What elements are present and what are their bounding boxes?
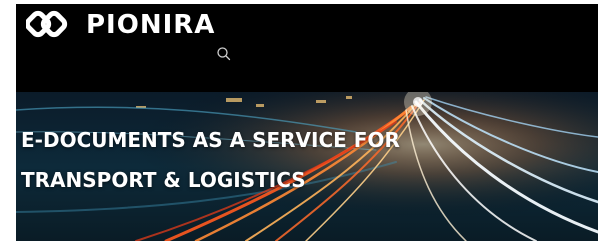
hero-title-line-2: TRANSPORT & LOGISTICS [21, 168, 306, 192]
search-button[interactable] [216, 46, 232, 62]
page: PIONIRA E-DOCUMENTS AS A SERVICE FOR TRA… [0, 0, 598, 241]
search-icon [217, 47, 231, 61]
hero-title-line-1: E-DOCUMENTS AS A SERVICE FOR [21, 128, 400, 152]
site-header: PIONIRA [16, 4, 598, 92]
infinity-knot-logo-icon [26, 10, 68, 38]
hero-title: E-DOCUMENTS AS A SERVICE FOR TRANSPORT &… [21, 120, 581, 200]
brand-name: PIONIRA [86, 10, 216, 40]
brand-logo-link[interactable]: PIONIRA [26, 10, 215, 40]
hero-banner: E-DOCUMENTS AS A SERVICE FOR TRANSPORT &… [16, 92, 598, 241]
